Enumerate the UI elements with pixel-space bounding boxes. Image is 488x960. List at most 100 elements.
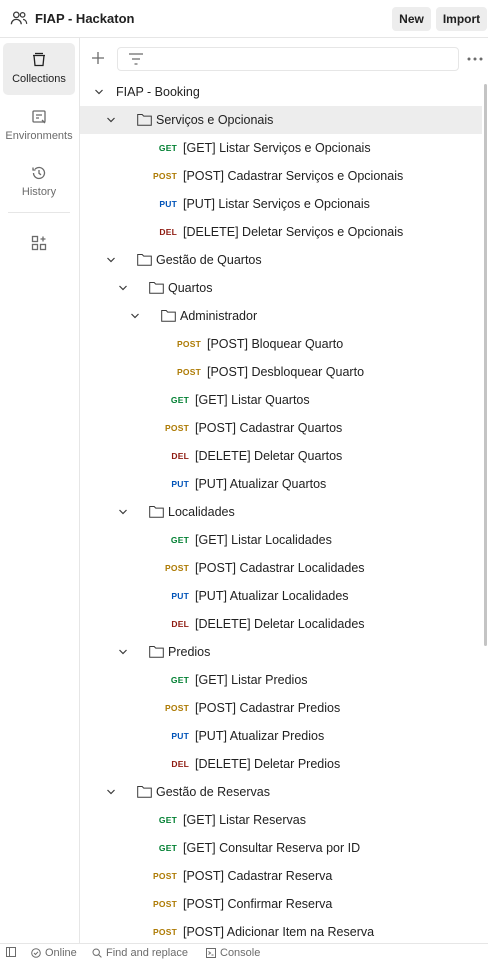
method-badge: GET <box>170 395 189 405</box>
folder-icon <box>161 310 176 322</box>
request-label: [GET] Listar Predios <box>195 673 308 687</box>
sidebar-item-environments[interactable]: Environments <box>3 100 75 152</box>
request-item[interactable]: PUT [PUT] Atualizar Predios <box>80 722 482 750</box>
online-label: Online <box>45 947 77 959</box>
find-replace-button[interactable]: Find and replace <box>92 947 188 959</box>
sidebar-item-history[interactable]: History <box>3 156 75 208</box>
request-label: [GET] Consultar Reserva por ID <box>183 841 361 855</box>
method-badge: GET <box>170 535 189 545</box>
folder-label: Gestão de Quartos <box>156 253 262 267</box>
folder-item[interactable]: Gestão de Quartos <box>80 246 482 274</box>
sidebar: Collections Environments History <box>0 38 80 943</box>
request-item[interactable]: GET [GET] Listar Reservas <box>80 806 482 834</box>
toggle-sidebar-button[interactable] <box>6 947 20 957</box>
sidebar-item-label: Environments <box>5 130 73 142</box>
method-badge: POST <box>165 423 189 433</box>
chevron-down-icon[interactable] <box>118 507 128 517</box>
request-item[interactable]: POST [POST] Cadastrar Localidades <box>80 554 482 582</box>
request-label: [PUT] Listar Serviços e Opcionais <box>183 197 370 211</box>
chevron-down-icon[interactable] <box>106 255 116 265</box>
request-item[interactable]: POST [POST] Desbloquear Quarto <box>80 358 482 386</box>
method-badge: POST <box>165 703 189 713</box>
method-badge: POST <box>165 563 189 573</box>
request-item[interactable]: GET [GET] Listar Predios <box>80 666 482 694</box>
request-item[interactable]: POST [POST] Cadastrar Predios <box>80 694 482 722</box>
request-item[interactable]: GET [GET] Listar Serviços e Opcionais <box>80 134 482 162</box>
request-label: [POST] Cadastrar Reserva <box>183 869 333 883</box>
find-replace-label: Find and replace <box>106 947 188 959</box>
folder-icon <box>149 506 164 518</box>
sidebar-toggle-icon <box>6 947 16 957</box>
method-badge: POST <box>153 899 177 909</box>
folder-item[interactable]: Localidades <box>80 498 482 526</box>
request-item[interactable]: DEL [DELETE] Deletar Localidades <box>80 610 482 638</box>
method-badge: PUT <box>159 199 177 209</box>
request-item[interactable]: POST [POST] Confirmar Reserva <box>80 890 482 918</box>
request-label: [PUT] Atualizar Quartos <box>195 477 327 491</box>
folder-label: Serviços e Opcionais <box>156 113 274 127</box>
method-badge: PUT <box>171 731 189 741</box>
console-icon <box>206 948 216 958</box>
request-label: [GET] Listar Serviços e Opcionais <box>183 141 371 155</box>
request-label: [POST] Cadastrar Predios <box>195 701 341 715</box>
request-item[interactable]: POST [POST] Adicionar Item na Reserva <box>80 918 482 943</box>
request-label: [PUT] Atualizar Predios <box>195 729 325 743</box>
request-item[interactable]: PUT [PUT] Atualizar Localidades <box>80 582 482 610</box>
console-button[interactable]: Console <box>206 947 260 959</box>
folder-label: Gestão de Reservas <box>156 785 270 799</box>
chevron-down-icon[interactable] <box>118 283 128 293</box>
sidebar-item-label: History <box>21 186 57 198</box>
request-item[interactable]: POST [POST] Cadastrar Serviços e Opcionai… <box>80 162 482 190</box>
request-item[interactable]: GET [GET] Listar Quartos <box>80 386 482 414</box>
chevron-down-icon[interactable] <box>130 311 140 321</box>
request-item[interactable]: POST [POST] Cadastrar Quartos <box>80 414 482 442</box>
method-badge: GET <box>158 815 177 825</box>
chevron-down-icon[interactable] <box>94 87 104 97</box>
import-button[interactable]: Import <box>436 7 487 31</box>
request-label: [DELETE] Deletar Quartos <box>195 449 343 463</box>
request-item[interactable]: DEL [DELETE] Deletar Predios <box>80 750 482 778</box>
workspace-title[interactable]: FIAP - Hackaton <box>35 11 134 26</box>
scrollbar[interactable] <box>484 84 487 646</box>
folder-label: Predios <box>168 645 211 659</box>
method-badge: DEL <box>159 227 177 237</box>
more-icon[interactable] <box>466 52 484 66</box>
method-badge: POST <box>153 171 177 181</box>
method-badge: GET <box>158 843 177 853</box>
folder-label: Localidades <box>168 505 235 519</box>
search-input[interactable] <box>152 51 452 67</box>
add-apps-icon[interactable] <box>30 234 48 252</box>
request-item[interactable]: POST [POST] Bloquear Quarto <box>80 330 482 358</box>
request-item[interactable]: DEL [DELETE] Deletar Quartos <box>80 442 482 470</box>
method-badge: DEL <box>171 759 189 769</box>
request-item[interactable]: GET [GET] Consultar Reserva por ID <box>80 834 482 862</box>
folder-item[interactable]: Quartos <box>80 274 482 302</box>
chevron-down-icon[interactable] <box>106 115 116 125</box>
collection-item[interactable]: FIAP - Booking <box>80 78 482 106</box>
method-badge: POST <box>153 871 177 881</box>
folder-item[interactable]: Gestão de Reservas <box>80 778 482 806</box>
method-badge: DEL <box>171 619 189 629</box>
request-label: [DELETE] Deletar Serviços e Opcionais <box>183 225 404 239</box>
chevron-down-icon[interactable] <box>106 787 116 797</box>
sidebar-item-collections[interactable]: Collections <box>3 43 75 95</box>
new-button[interactable]: New <box>392 7 431 31</box>
request-label: [POST] Cadastrar Quartos <box>195 421 343 435</box>
request-item[interactable]: PUT [PUT] Listar Serviços e Opcionais <box>80 190 482 218</box>
environments-icon <box>32 110 46 124</box>
request-item[interactable]: DEL [DELETE] Deletar Serviços e Opcionais <box>80 218 482 246</box>
filter-icon[interactable] <box>128 52 144 66</box>
request-item[interactable]: PUT [PUT] Atualizar Quartos <box>80 470 482 498</box>
request-item[interactable]: POST [POST] Cadastrar Reserva <box>80 862 482 890</box>
request-label: [POST] Cadastrar Localidades <box>195 561 365 575</box>
method-badge: POST <box>177 367 201 377</box>
folder-item[interactable]: Predios <box>80 638 482 666</box>
chevron-down-icon[interactable] <box>118 647 128 657</box>
request-item[interactable]: GET [GET] Listar Localidades <box>80 526 482 554</box>
folder-item[interactable]: Serviços e Opcionais <box>80 106 482 134</box>
plus-icon[interactable] <box>90 50 106 66</box>
folder-item[interactable]: Administrador <box>80 302 482 330</box>
online-status[interactable]: Online <box>31 947 77 959</box>
method-badge: PUT <box>171 591 189 601</box>
collection-tree: FIAP - Booking Serviços e Opcionais GET [GE… <box>80 78 488 943</box>
